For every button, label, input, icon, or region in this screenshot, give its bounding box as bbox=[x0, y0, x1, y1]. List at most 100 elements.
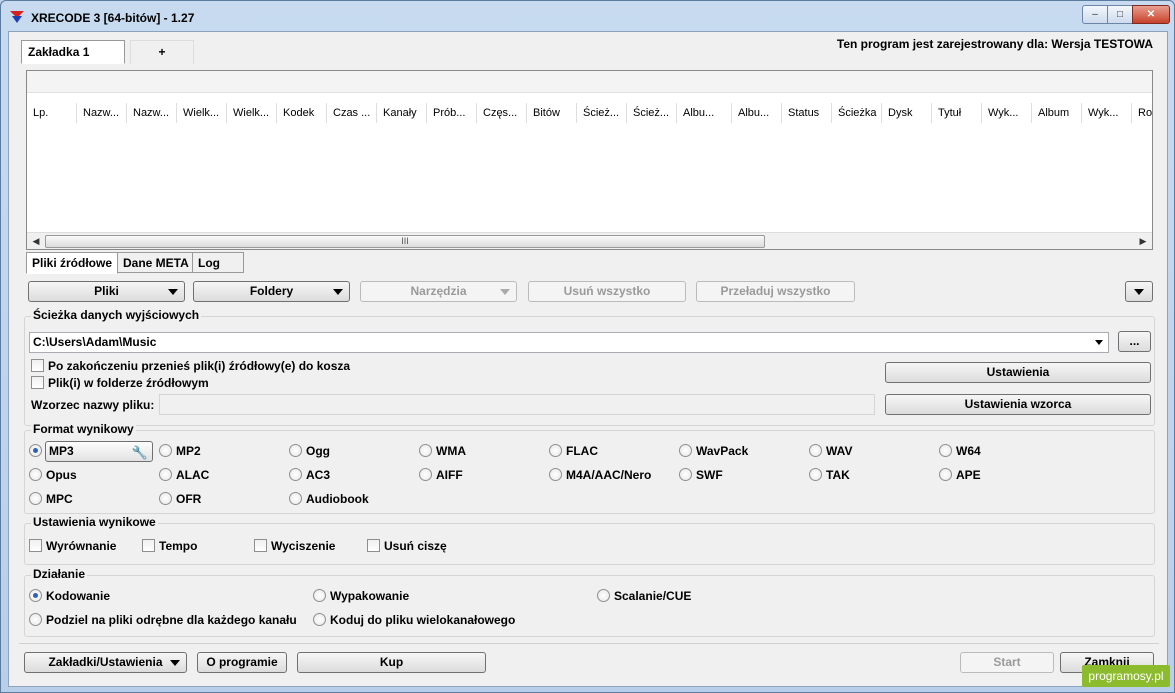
action-radio[interactable]: Wypakowanie bbox=[313, 589, 409, 605]
checkbox-box[interactable] bbox=[367, 539, 380, 552]
column-header[interactable]: Albu... bbox=[677, 103, 732, 123]
in-source-folder-checkbox[interactable]: Plik(i) w folderze źródłowym bbox=[31, 376, 209, 392]
format-radio-aiff[interactable]: AIFF bbox=[419, 468, 463, 484]
files-button[interactable]: Pliki bbox=[28, 281, 185, 302]
mp3-settings-button[interactable]: MP3 🔧 bbox=[45, 441, 153, 462]
column-header[interactable]: Ścież... bbox=[577, 103, 627, 123]
column-header[interactable]: Wielk... bbox=[227, 103, 277, 123]
radio-icon[interactable] bbox=[809, 468, 822, 481]
column-header[interactable]: Czas ... bbox=[327, 103, 377, 123]
column-header[interactable]: Tytuł bbox=[932, 103, 982, 123]
radio-icon[interactable] bbox=[679, 468, 692, 481]
scroll-thumb[interactable]: III bbox=[45, 235, 765, 248]
tab-source-files[interactable]: Pliki źródłowe bbox=[26, 252, 119, 274]
format-radio-ape[interactable]: APE bbox=[939, 468, 981, 484]
radio-icon[interactable] bbox=[597, 589, 610, 602]
browse-button[interactable]: ... bbox=[1118, 331, 1151, 352]
column-header[interactable]: Prób... bbox=[427, 103, 477, 123]
settings-button[interactable]: Ustawienia bbox=[885, 362, 1151, 383]
radio-icon[interactable] bbox=[313, 589, 326, 602]
folders-button[interactable]: Foldery bbox=[193, 281, 350, 302]
format-radio-wav[interactable]: WAV bbox=[809, 444, 852, 460]
pattern-settings-button[interactable]: Ustawienia wzorca bbox=[885, 394, 1151, 415]
format-radio-audiobook[interactable]: Audiobook bbox=[289, 492, 369, 508]
format-radio-mpc[interactable]: MPC bbox=[29, 492, 73, 508]
scroll-left-icon[interactable]: ◀ bbox=[29, 235, 43, 248]
checkbox-box[interactable] bbox=[31, 359, 44, 372]
format-radio-wavpack[interactable]: WavPack bbox=[679, 444, 748, 460]
column-header[interactable]: Częs... bbox=[477, 103, 527, 123]
radio-icon[interactable] bbox=[159, 468, 172, 481]
tab-meta-data[interactable]: Dane META bbox=[117, 252, 195, 273]
add-tab-button[interactable]: + bbox=[130, 40, 194, 64]
column-header[interactable]: Dysk bbox=[882, 103, 932, 123]
action-radio[interactable]: Koduj do pliku wielokanałowego bbox=[313, 613, 515, 629]
output-setting-checkbox[interactable]: Wyrównanie bbox=[29, 539, 116, 555]
column-header[interactable]: Wielk... bbox=[177, 103, 227, 123]
buy-button[interactable]: Kup bbox=[297, 652, 486, 673]
radio-icon[interactable] bbox=[419, 444, 432, 457]
radio-icon[interactable] bbox=[549, 468, 562, 481]
action-radio[interactable]: Scalanie/CUE bbox=[597, 589, 691, 605]
column-header[interactable]: Wyk... bbox=[982, 103, 1032, 123]
format-radio-alac[interactable]: ALAC bbox=[159, 468, 209, 484]
format-radio-wma[interactable]: WMA bbox=[419, 444, 466, 460]
format-radio-mp3[interactable] bbox=[29, 444, 46, 460]
wrench-icon[interactable]: 🔧 bbox=[132, 443, 148, 462]
column-header[interactable]: Ścież... bbox=[627, 103, 677, 123]
column-header[interactable]: Nazw... bbox=[127, 103, 177, 123]
output-setting-checkbox[interactable]: Wyciszenie bbox=[254, 539, 335, 555]
radio-icon[interactable] bbox=[419, 468, 432, 481]
output-setting-checkbox[interactable]: Usuń ciszę bbox=[367, 539, 447, 555]
radio-icon[interactable] bbox=[939, 468, 952, 481]
column-header[interactable]: Album bbox=[1032, 103, 1082, 123]
maximize-button[interactable]: □ bbox=[1107, 5, 1133, 24]
about-button[interactable]: O programie bbox=[197, 652, 287, 673]
more-options-button[interactable] bbox=[1125, 281, 1153, 302]
checkbox-box[interactable] bbox=[31, 376, 44, 389]
radio-selected-icon[interactable] bbox=[29, 444, 42, 457]
format-radio-m4a-aac-nero[interactable]: M4A/AAC/Nero bbox=[549, 468, 651, 484]
tab-zakladka-1[interactable]: Zakładka 1 bbox=[21, 40, 125, 64]
format-radio-mp2[interactable]: MP2 bbox=[159, 444, 201, 460]
column-header[interactable]: Ścieżka bbox=[832, 103, 882, 123]
radio-icon[interactable] bbox=[289, 468, 302, 481]
start-button[interactable]: Start bbox=[960, 652, 1054, 673]
radio-icon[interactable] bbox=[29, 613, 42, 626]
reload-all-button[interactable]: Przeładuj wszystko bbox=[696, 281, 855, 302]
format-radio-swf[interactable]: SWF bbox=[679, 468, 723, 484]
column-header[interactable]: Wyk... bbox=[1082, 103, 1132, 123]
scroll-right-icon[interactable]: ▶ bbox=[1136, 235, 1150, 248]
radio-icon[interactable] bbox=[289, 492, 302, 505]
chevron-down-icon[interactable] bbox=[1095, 340, 1103, 345]
format-radio-w64[interactable]: W64 bbox=[939, 444, 981, 460]
close-window-button[interactable]: ✕ bbox=[1132, 5, 1170, 24]
minimize-button[interactable]: – bbox=[1082, 5, 1108, 24]
format-radio-flac[interactable]: FLAC bbox=[549, 444, 598, 460]
filename-pattern-input[interactable] bbox=[159, 394, 875, 415]
format-radio-tak[interactable]: TAK bbox=[809, 468, 850, 484]
radio-selected-icon[interactable] bbox=[29, 589, 42, 602]
move-to-trash-checkbox[interactable]: Po zakończeniu przenieś plik(i) źródłowy… bbox=[31, 359, 350, 375]
column-header[interactable]: Status bbox=[782, 103, 832, 123]
radio-icon[interactable] bbox=[809, 444, 822, 457]
column-header[interactable]: Albu... bbox=[732, 103, 782, 123]
checkbox-box[interactable] bbox=[29, 539, 42, 552]
action-radio[interactable]: Kodowanie bbox=[29, 589, 110, 605]
radio-icon[interactable] bbox=[29, 468, 42, 481]
format-radio-opus[interactable]: Opus bbox=[29, 468, 77, 484]
format-radio-ogg[interactable]: Ogg bbox=[289, 444, 330, 460]
radio-icon[interactable] bbox=[289, 444, 302, 457]
column-header[interactable]: Bitów bbox=[527, 103, 577, 123]
column-header[interactable]: Lp. bbox=[27, 103, 77, 123]
output-setting-checkbox[interactable]: Tempo bbox=[142, 539, 197, 555]
radio-icon[interactable] bbox=[159, 444, 172, 457]
tabs-settings-button[interactable]: Zakładki/Ustawienia bbox=[24, 652, 187, 673]
title-bar[interactable]: XRECODE 3 [64-bitów] - 1.27 – □ ✕ bbox=[1, 1, 1174, 31]
radio-icon[interactable] bbox=[29, 492, 42, 505]
file-list[interactable]: Lp. Nazw... Nazw... Wielk... Wielk... Kodek Cz… bbox=[26, 70, 1153, 250]
column-header[interactable]: Kodek bbox=[277, 103, 327, 123]
radio-icon[interactable] bbox=[313, 613, 326, 626]
format-radio-ac3[interactable]: AC3 bbox=[289, 468, 330, 484]
radio-icon[interactable] bbox=[549, 444, 562, 457]
